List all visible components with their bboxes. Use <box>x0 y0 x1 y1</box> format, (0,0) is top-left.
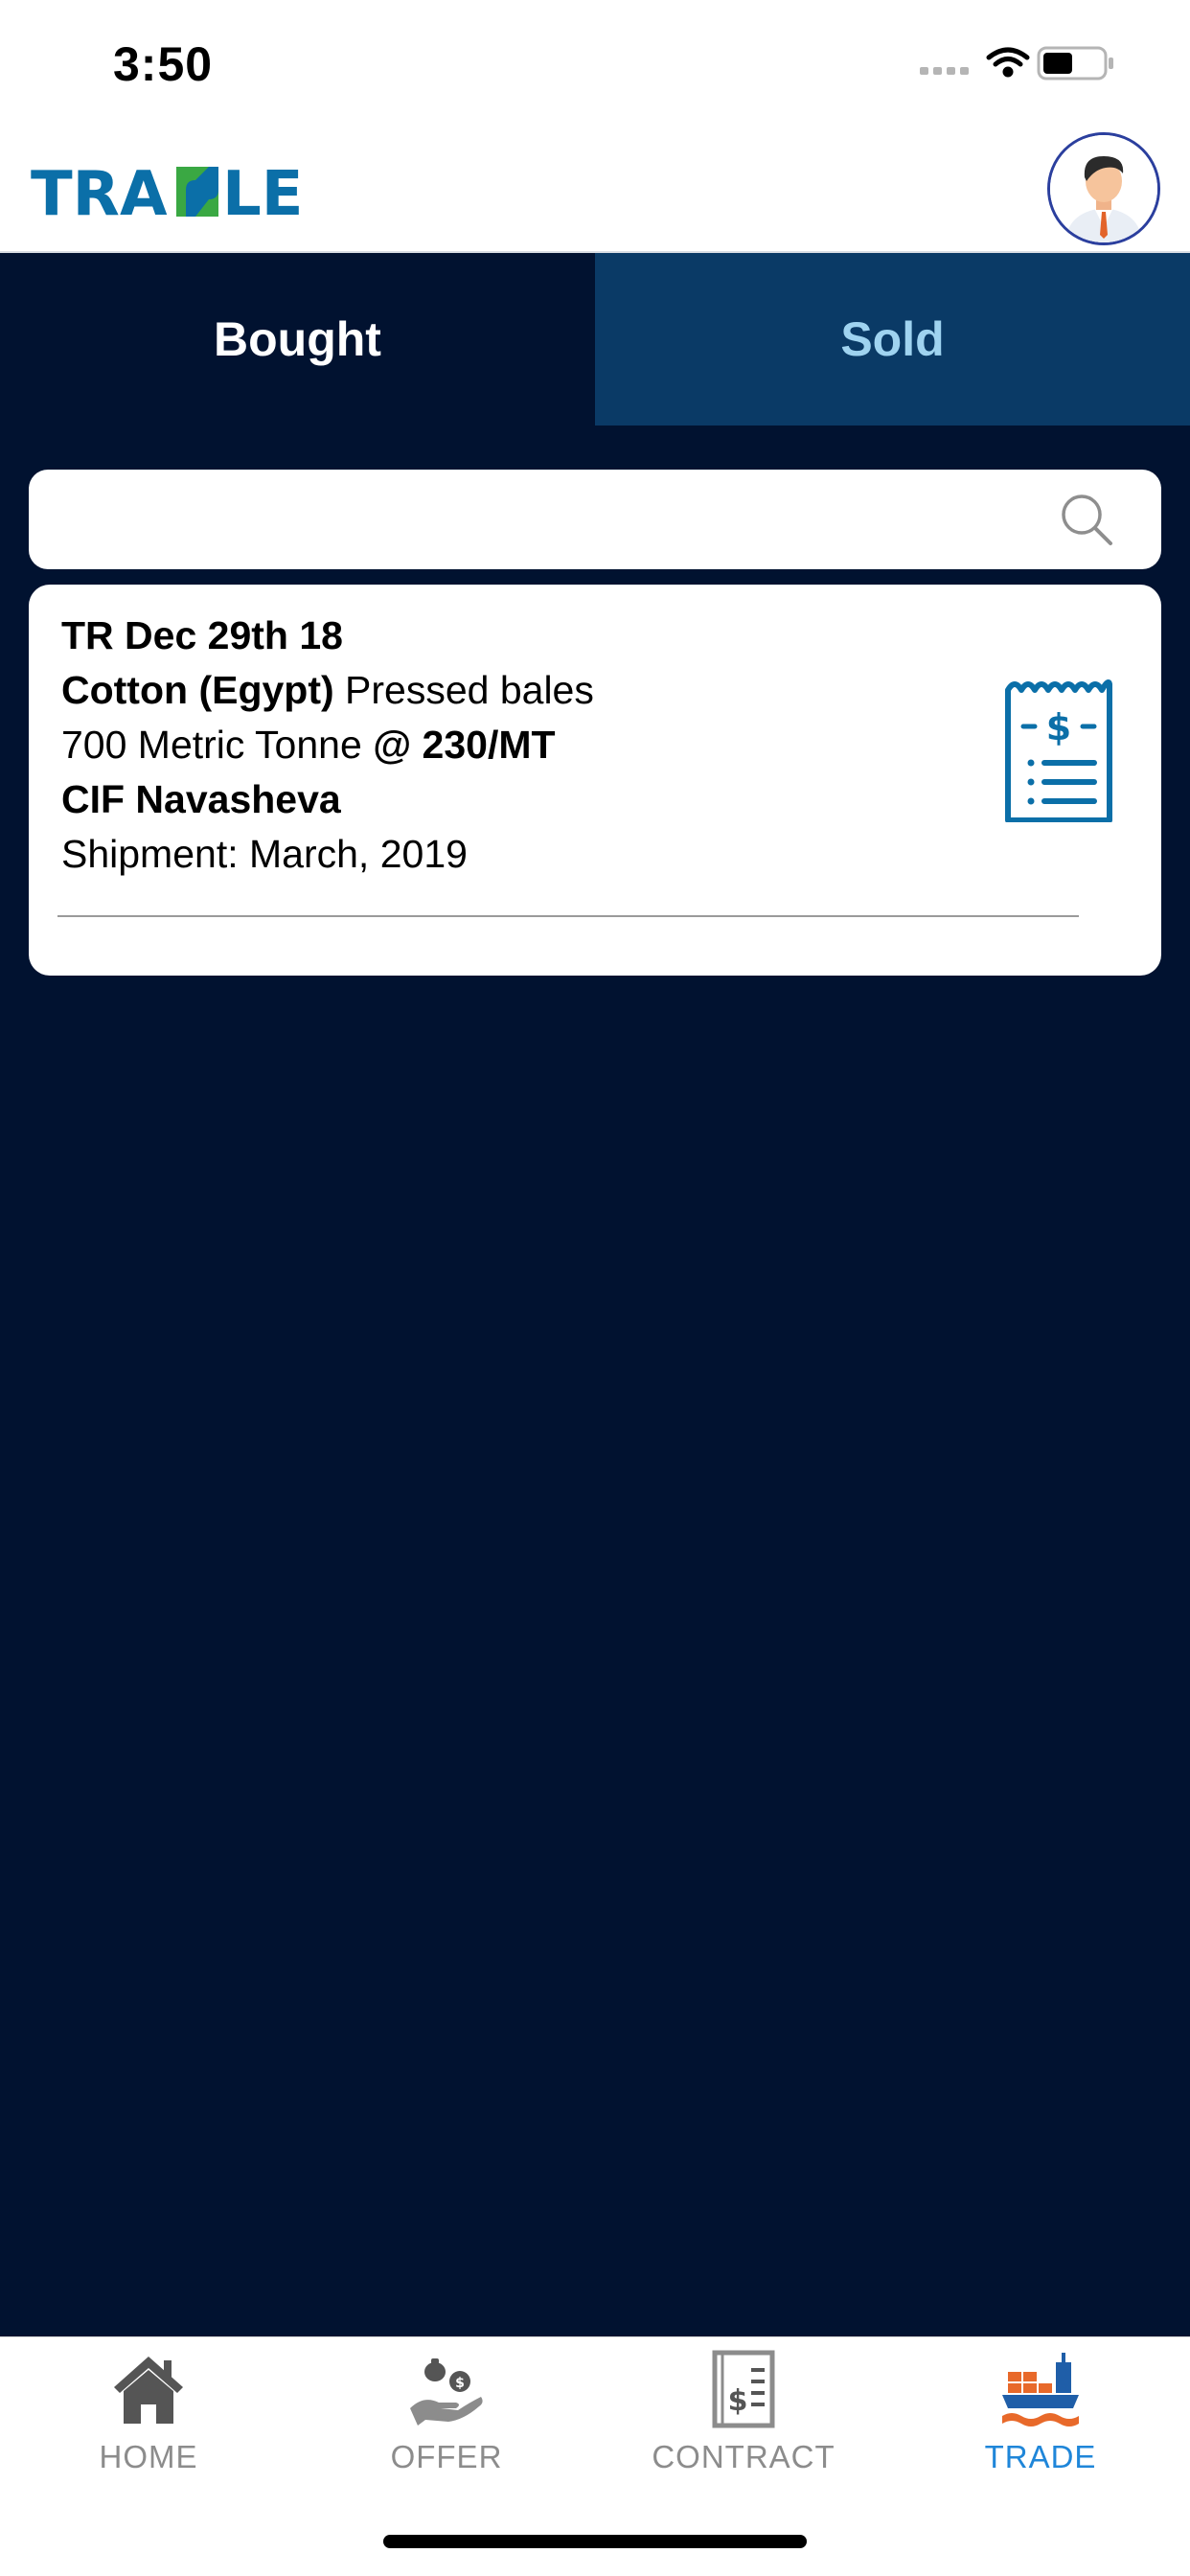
contract-icon: $ <box>712 2350 775 2428</box>
shipment-value: March, 2019 <box>249 832 468 876</box>
trade-card[interactable]: TR Dec 29th 18 Cotton (Egypt) Pressed ba… <box>29 585 1161 976</box>
svg-text:LE: LE <box>222 161 304 222</box>
nav-contract[interactable]: $ CONTRACT <box>595 2349 892 2493</box>
wifi-icon <box>986 47 1030 78</box>
trade-price: @ 230/MT <box>373 723 556 767</box>
trade-ref: TR Dec 29th 18 <box>61 613 343 657</box>
app-header: TRA LE <box>0 125 1190 253</box>
nav-trade[interactable]: TRADE <box>892 2349 1189 2493</box>
svg-text:$: $ <box>455 2376 465 2391</box>
tradle-logo: TRA LE <box>31 159 318 230</box>
trade-commodity: Cotton (Egypt) <box>61 668 334 712</box>
home-icon <box>114 2357 183 2424</box>
signal-icon <box>920 67 969 75</box>
trade-tabs: Bought Sold <box>0 253 1190 426</box>
trade-icon <box>1002 2353 1079 2426</box>
user-avatar-icon <box>1050 135 1157 242</box>
svg-text:TRA: TRA <box>31 161 168 222</box>
nav-contract-label: CONTRACT <box>652 2439 835 2474</box>
battery-icon <box>1037 46 1113 80</box>
trade-terms: CIF Navasheva <box>61 777 341 821</box>
offer-icon: $ <box>410 2358 483 2426</box>
tab-bought[interactable]: Bought <box>0 253 595 426</box>
trade-shipment-line: Shipment: March, 2019 <box>61 832 468 877</box>
search-bar <box>29 470 1161 569</box>
svg-text:$: $ <box>1046 706 1071 748</box>
trade-packing: Pressed bales <box>345 668 594 712</box>
home-indicator <box>383 2535 807 2548</box>
trade-quantity: 700 Metric Tonne <box>61 723 362 767</box>
search-icon[interactable] <box>1058 491 1115 548</box>
profile-avatar[interactable] <box>1047 132 1160 245</box>
nav-home[interactable]: HOME <box>0 2349 297 2493</box>
nav-offer[interactable]: $ OFFER <box>298 2349 595 2493</box>
nav-offer-label: OFFER <box>390 2439 503 2474</box>
nav-trade-label: TRADE <box>984 2439 1097 2474</box>
shipment-label: Shipment: <box>61 832 239 876</box>
status-icons <box>920 46 1113 80</box>
status-bar: 3:50 <box>0 0 1190 125</box>
tab-sold[interactable]: Sold <box>595 253 1190 426</box>
trade-commodity-line: Cotton (Egypt) Pressed bales <box>61 668 594 713</box>
nav-home-label: HOME <box>99 2439 198 2474</box>
receipt-icon[interactable]: $ <box>1002 677 1115 822</box>
status-time: 3:50 <box>113 37 214 91</box>
trade-quantity-line: 700 Metric Tonne @ 230/MT <box>61 723 556 768</box>
search-input[interactable] <box>57 470 1035 569</box>
card-divider <box>57 915 1079 917</box>
svg-text:$: $ <box>728 2384 748 2418</box>
